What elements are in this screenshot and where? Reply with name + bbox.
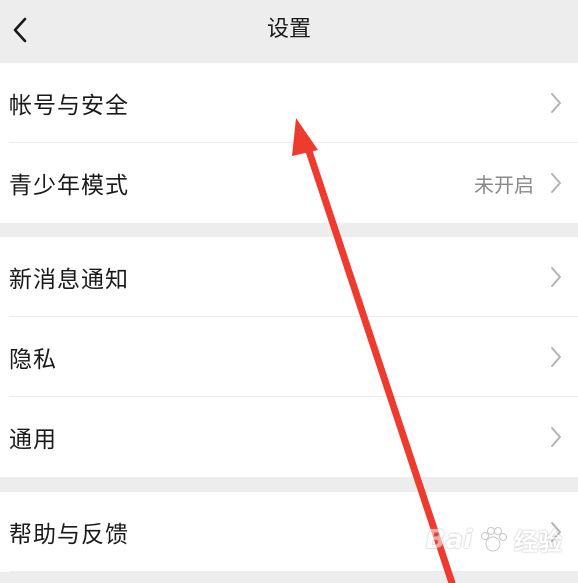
chevron-right-icon: [550, 266, 562, 288]
settings-group-general: 新消息通知 隐私 通用: [0, 237, 578, 477]
settings-item-label: 帐号与安全: [9, 93, 129, 119]
chevron-right-icon: [550, 346, 562, 368]
settings-item-account-security[interactable]: 帐号与安全: [0, 63, 578, 143]
baidu-jingyan-watermark: Bai 经验: [426, 522, 562, 557]
settings-item-label: 帮助与反馈: [9, 522, 129, 548]
divider: [9, 571, 578, 572]
settings-item-label: 青少年模式: [9, 173, 129, 199]
paw-icon: [481, 526, 507, 551]
navigation-bar: 设置: [0, 0, 578, 62]
watermark-cn: 经验: [514, 528, 562, 556]
settings-item-general[interactable]: 通用: [0, 397, 578, 477]
settings-item-label: 通用: [9, 427, 57, 453]
settings-item-value: 未开启: [474, 172, 534, 197]
settings-item-teen-mode[interactable]: 青少年模式 未开启: [0, 143, 578, 223]
settings-item-label: 新消息通知: [9, 267, 129, 293]
chevron-right-icon: [550, 426, 562, 448]
watermark-brand: Bai: [425, 524, 472, 555]
settings-screen: 设置 帐号与安全 青少年模式 未开启 新消息通知 隐私 通用 帮助与反馈 Bai…: [0, 0, 578, 583]
settings-group-account: 帐号与安全 青少年模式 未开启: [0, 63, 578, 223]
settings-item-notifications[interactable]: 新消息通知: [0, 237, 578, 317]
chevron-right-icon: [550, 172, 562, 194]
page-title: 设置: [266, 17, 311, 42]
settings-item-privacy[interactable]: 隐私: [0, 317, 578, 397]
chevron-right-icon: [550, 92, 562, 114]
settings-item-label: 隐私: [9, 347, 57, 373]
